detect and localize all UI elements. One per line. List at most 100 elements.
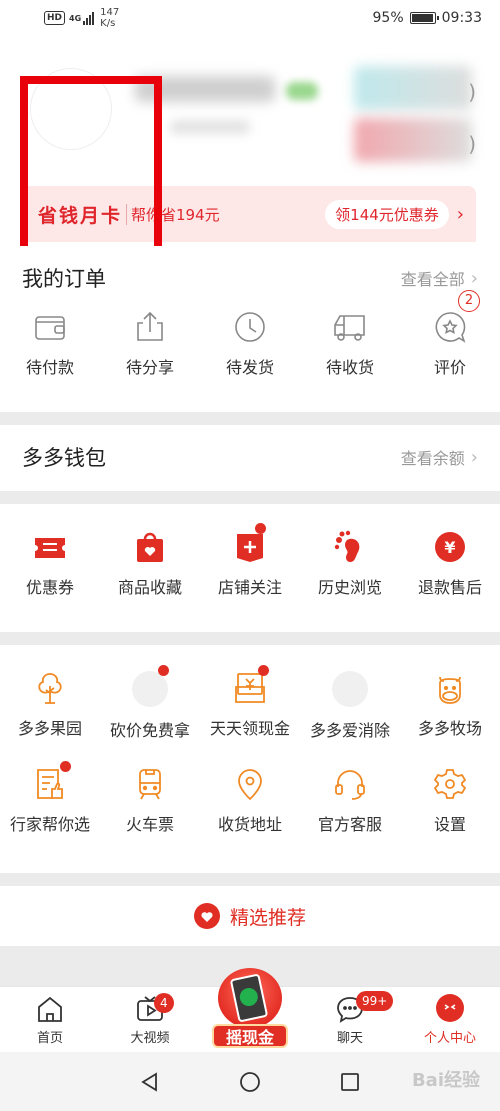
store-follow-icon [237,534,263,562]
bracket-top: ) [468,80,476,104]
hd-indicator: HD [44,11,66,25]
share-icon [137,311,163,341]
coupon-icon [35,538,65,558]
highlight-annotation-box [20,76,162,246]
tools-grid-row-2: 行家帮你选 火车票 收货地址 官方客服 设置 [0,761,500,835]
service-history[interactable]: 历史浏览 [300,530,400,598]
view-balance-label: 查看余额 [400,449,465,468]
recommend-header: 精选推荐 [0,886,500,946]
footprint-icon [334,530,360,562]
tools-section: 多多果园 砍价免费拿 天天领现金 多多爱消除 多多牧场 行家帮你选 火车票 收货… [0,645,500,873]
video-badge: 4 [154,993,174,1013]
tool-address[interactable]: 收货地址 [200,767,300,835]
battery-percent: 95% [372,10,404,26]
chat-badge: 99+ [356,991,394,1011]
tab-chat[interactable]: 99+ 聊天 [300,987,400,1052]
placeholder-icon [132,671,168,707]
tool-train-ticket[interactable]: 火车票 [100,767,200,835]
notification-dot [60,761,71,772]
shake-cash-button[interactable]: 摇现金 [212,968,288,1050]
tab-profile[interactable]: 个人中心 [400,987,500,1052]
chevron-right-icon[interactable]: › [457,204,464,225]
cow-icon [439,676,461,704]
service-label: 退款售后 [417,578,482,597]
order-pending-shipment[interactable]: 待发货 [200,310,300,378]
home-circle-icon[interactable] [239,1071,261,1093]
orders-header: 我的订单 查看全部 › [0,246,500,310]
recommend-title: 精选推荐 [229,906,306,929]
tool-bargain[interactable]: 砍价免费拿 [100,665,200,741]
tab-video[interactable]: 4 大视频 [100,987,200,1052]
tool-label: 多多果园 [17,719,82,738]
wallet-header: 多多钱包 查看余额 › [0,425,500,489]
blurred-widget-top[interactable] [354,66,472,110]
placeholder-icon [332,671,368,707]
wallet-title: 多多钱包 [22,446,106,470]
speed-value: 147 [100,7,120,18]
profile-icon [436,994,464,1022]
home-icon [38,996,62,1022]
tool-label: 多多牧场 [417,719,482,738]
settings-gear-icon [433,769,467,799]
bracket-bottom: ) [468,132,476,156]
tool-label: 设置 [433,815,466,834]
tool-elimination-game[interactable]: 多多爱消除 [300,671,400,741]
tool-label: 砍价免费拿 [109,721,190,740]
signal-icon [83,11,95,25]
recommend-doc-icon [37,769,63,799]
service-coupons[interactable]: 优惠券 [0,530,100,598]
tool-customer-service[interactable]: 官方客服 [300,767,400,835]
order-pending-receipt[interactable]: 待收货 [300,310,400,378]
network-type: 4G [69,13,82,23]
orders-title: 我的订单 [22,267,106,291]
blurred-widget-bottom[interactable] [354,118,472,162]
order-pending-share[interactable]: 待分享 [100,310,200,378]
tool-label: 官方客服 [317,815,382,834]
tool-label: 天天领现金 [209,719,290,738]
tool-daily-cash[interactable]: 天天领现金 [200,665,300,741]
svg-text:¥: ¥ [444,538,455,557]
view-balance-link[interactable]: 查看余额 › [401,445,478,469]
back-icon[interactable] [139,1071,161,1093]
order-pending-payment[interactable]: 待付款 [0,310,100,378]
shake-cash-label: 摇现金 [212,1024,288,1048]
location-icon [238,769,262,801]
service-refund[interactable]: ¥ 退款售后 [400,530,500,598]
tool-orchard[interactable]: 多多果园 [0,671,100,741]
services-section: 优惠券 商品收藏 店铺关注 历史浏览 ¥ 退款售后 [0,504,500,632]
order-label: 待收货 [325,358,374,377]
tool-expert-pick[interactable]: 行家帮你选 [0,761,100,835]
order-label: 待发货 [225,358,274,377]
view-all-label: 查看全部 [400,270,465,289]
recents-icon[interactable] [339,1071,361,1093]
network-speed: 147 K/s [100,7,119,29]
review-icon [435,312,466,343]
tool-settings[interactable]: 设置 [400,767,500,835]
watermark: Bai经验 [411,1070,480,1091]
speed-unit: K/s [100,18,116,29]
heart-icon [193,903,220,929]
refund-icon: ¥ [435,532,465,562]
blurred-badge [286,82,318,100]
order-review[interactable]: 2 评价 [400,290,500,378]
tab-home[interactable]: 首页 [0,987,100,1052]
tab-label: 聊天 [336,1031,363,1046]
service-store-follow[interactable]: 店铺关注 [200,523,300,598]
wallet-section[interactable]: 多多钱包 查看余额 › [0,425,500,491]
order-label: 待分享 [125,358,174,377]
order-label: 评价 [433,358,466,377]
train-icon [139,769,161,800]
service-favorites[interactable]: 商品收藏 [100,530,200,598]
tab-label: 首页 [36,1031,63,1046]
view-all-orders-link[interactable]: 查看全部 › [401,266,478,290]
profile-header: ) ) 省钱月卡 帮你省194元 领144元优惠券 › [0,36,500,246]
review-count-badge: 2 [458,290,480,312]
battery-icon [409,12,439,24]
truck-icon [334,315,365,341]
claim-coupon-button[interactable]: 领144元优惠券 [325,199,449,229]
tab-label: 大视频 [130,1031,170,1046]
tool-label: 火车票 [125,815,174,834]
blurred-subtitle [170,120,250,134]
status-bar: HD 4G 147 K/s 95% 09:33 [0,0,500,36]
tool-ranch[interactable]: 多多牧场 [400,671,500,741]
